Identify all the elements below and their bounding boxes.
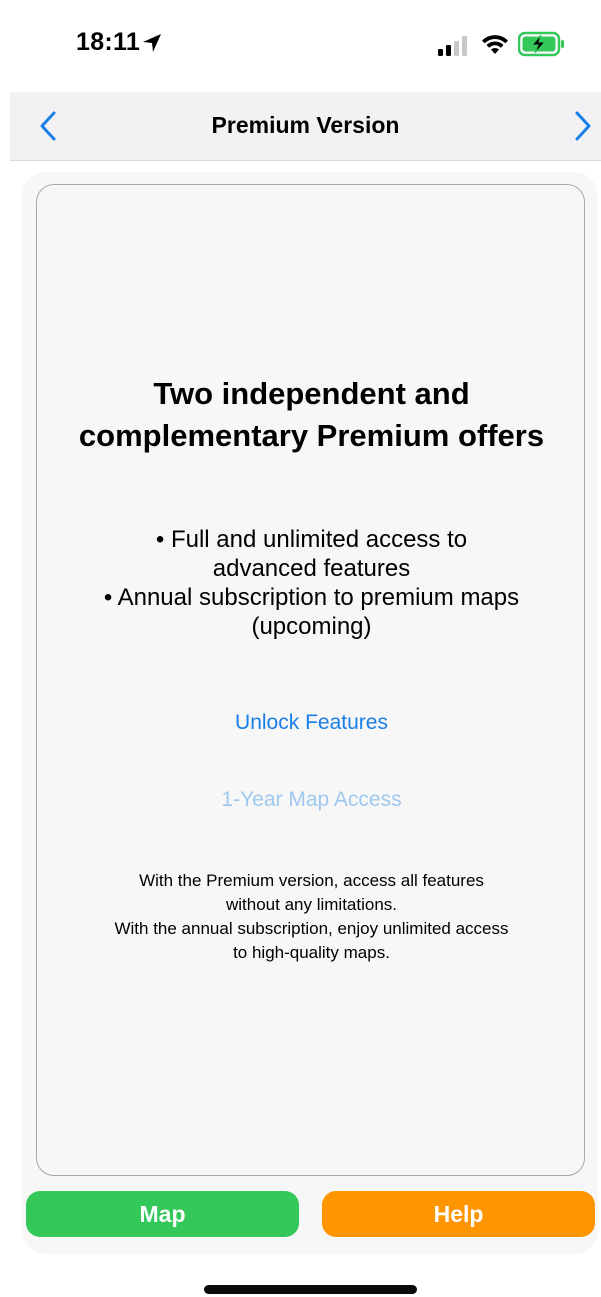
premium-version-screen: 18:11 Premium Version Two independent an… (0, 0, 601, 1297)
offers-description: With the Premium version, access all fea… (37, 869, 586, 965)
status-time: 18:11 (76, 28, 141, 56)
navigation-bar: Premium Version (10, 92, 601, 161)
page-title: Premium Version (211, 112, 400, 138)
premium-offers-card: Two independent and complementary Premiu… (36, 184, 585, 1176)
bullet-line: • Annual subscription to premium maps (103, 584, 520, 611)
help-button[interactable]: Help (322, 1191, 595, 1237)
unlock-features-button[interactable]: Unlock Features (37, 711, 586, 735)
bullet-line: • Full and unlimited access to (155, 526, 468, 553)
bullet-line: (upcoming) (251, 613, 372, 640)
description-line: With the annual subscription, enjoy unli… (114, 919, 509, 938)
wifi-icon (482, 35, 508, 54)
status-bar: 18:11 (0, 0, 601, 92)
map-access-button[interactable]: 1-Year Map Access (37, 788, 586, 812)
cellular-signal-icon (438, 36, 467, 56)
offers-bullet-list: • Full and unlimited access to advanced … (37, 525, 586, 641)
home-indicator (204, 1285, 417, 1294)
map-button[interactable]: Map (26, 1191, 299, 1237)
bullet-line: advanced features (212, 555, 411, 582)
offers-title: Two independent and complementary Premiu… (78, 376, 545, 453)
location-arrow-icon (143, 34, 161, 52)
description-line: to high-quality maps. (233, 943, 390, 962)
description-line: without any limitations. (225, 895, 398, 914)
chevron-right-icon[interactable] (571, 110, 595, 142)
battery-charging-icon (518, 31, 564, 57)
description-line: With the Premium version, access all fea… (139, 871, 484, 890)
